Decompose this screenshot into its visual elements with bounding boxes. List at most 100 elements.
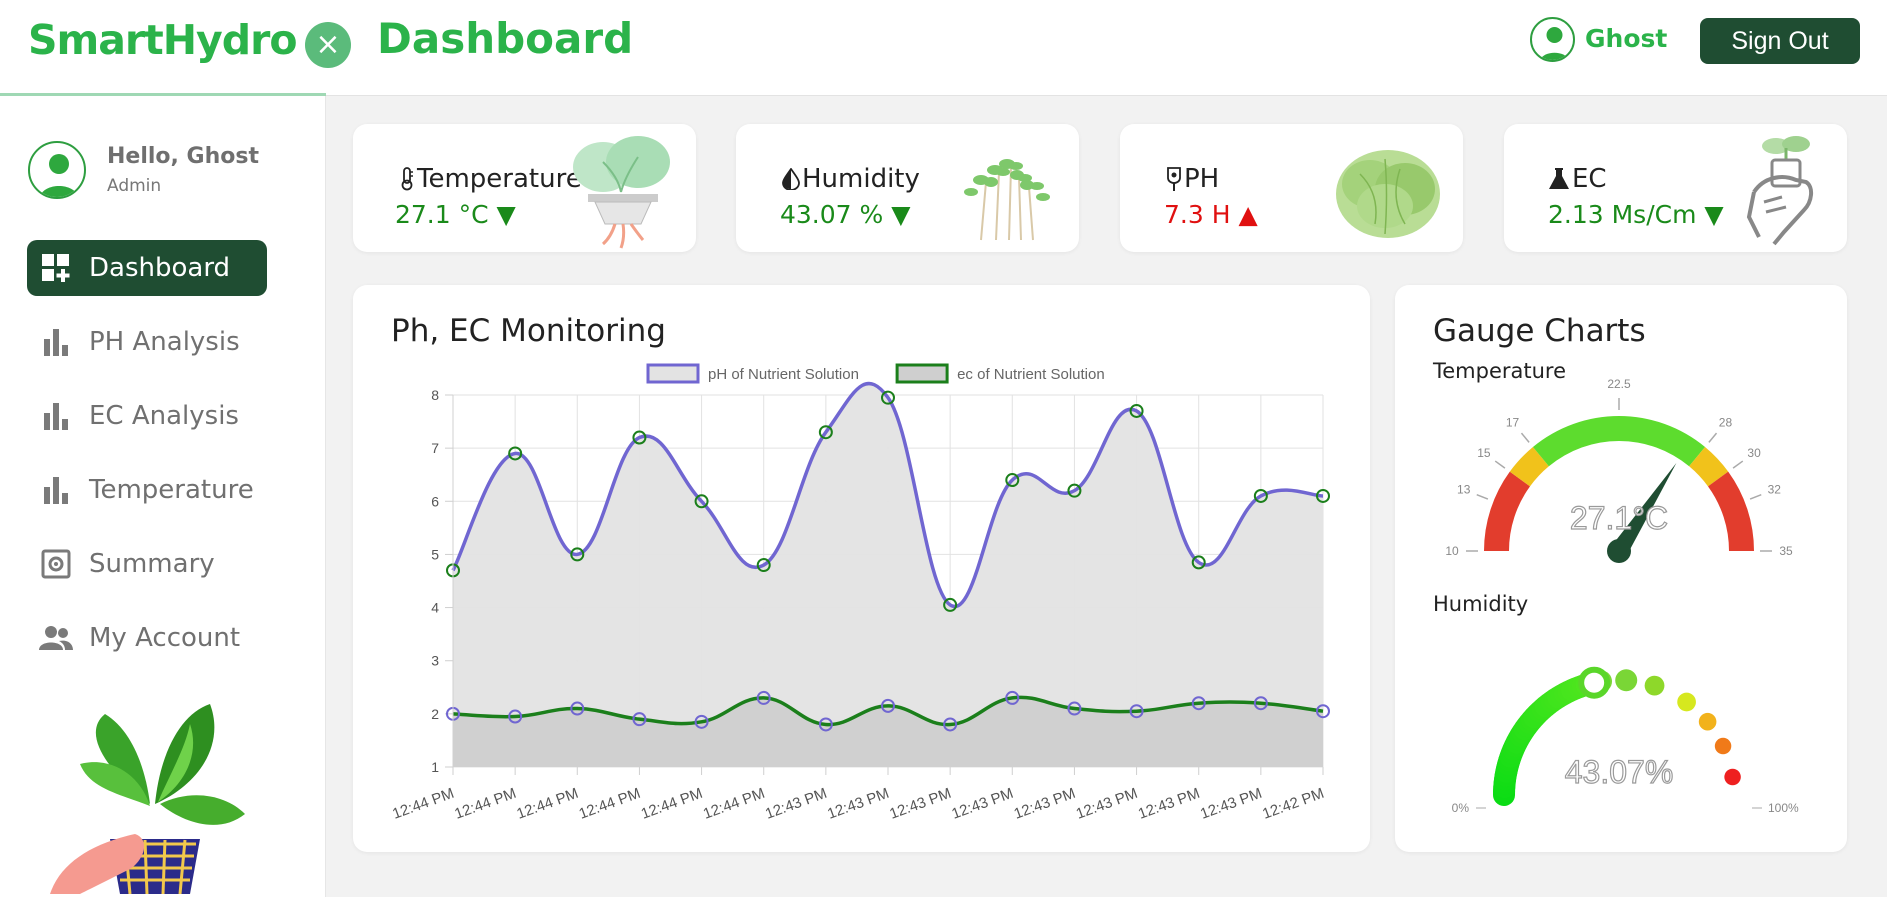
bar-chart-icon [39,399,73,433]
sidebar-item-label: EC Analysis [89,401,239,431]
stat-title-row: Humidity [782,164,920,194]
stat-value-row: 27.1 °C ▼ [395,200,516,229]
gauge-tick [1749,493,1762,500]
legend-swatch[interactable] [646,363,700,384]
sidebar-item-label: PH Analysis [89,327,240,357]
y-tick-label: 3 [431,653,439,669]
humidity-min-label: 0% [1452,801,1470,815]
sidebar-item-label: Dashboard [89,253,231,283]
half-drop-icon [782,168,800,190]
humidity-scale-dot [1644,675,1665,696]
x-tick-label: 12:44 PM [639,785,705,823]
header-username[interactable]: Ghost [1585,24,1667,53]
y-tick-label: 6 [431,493,439,509]
gauge-needle-hub [1607,539,1631,563]
humidity-scale-dot [1698,712,1717,731]
gauge-tick-label: 32 [1768,483,1782,497]
stat-value: 2.13 Ms/Cm [1548,200,1697,229]
probe-icon [1167,167,1181,191]
gauge-charts-card: Gauge Charts Temperature Humidity 10 13 15… [1395,285,1847,852]
trend-down-indicator: ▼ [1704,200,1724,229]
humidity-knob [1578,666,1611,699]
profile-avatar[interactable] [28,141,86,199]
y-tick-label: 4 [431,600,439,616]
stat-title: Humidity [802,164,920,194]
stat-value-row: 43.07 % ▼ [780,200,910,229]
x-tick-label: 12:43 PM [763,785,829,823]
sidebar-item-ec-analysis[interactable]: EC Analysis [27,388,267,444]
temperature-gauge-value: 27.1°C [1570,500,1668,536]
gauge-tick-label: 15 [1477,446,1491,460]
sidebar-item-summary[interactable]: Summary [27,536,267,592]
humidity-scale-dot [1677,692,1696,712]
gauges-svg: 10 13 15 17 22.5 28 30 32 35 27.1°C 43.07% 0% 100% [1445,377,1799,815]
y-tick-label: 2 [431,706,439,722]
humidity-max-label: 100% [1768,801,1799,815]
gauge-zone [1484,471,1531,551]
gauge-tick [1494,460,1506,469]
sign-out-button[interactable]: Sign Out [1700,18,1860,64]
legend-label[interactable]: ec of Nutrient Solution [957,366,1105,383]
x-tick-label: 12:44 PM [390,785,456,823]
gauge-zone [1532,416,1706,467]
hand-holding-seedling-illustration [1746,136,1813,246]
gear-box-icon [39,547,73,581]
humidity-scale-dot [1714,737,1732,755]
user-silhouette-icon [39,154,79,197]
page-title: Dashboard [377,14,634,63]
stat-value: 27.1 °C [395,200,489,229]
stat-title: Temperature [417,164,582,194]
x-tick-label: 12:43 PM [1074,785,1140,823]
sidebar-item-my-account[interactable]: My Account [27,610,267,666]
gauge-tick-label: 17 [1506,415,1520,429]
gauge-tick [1708,432,1718,443]
close-sidebar-button[interactable]: × [305,22,351,68]
trend-down-indicator: ▼ [496,200,516,229]
x-tick-label: 12:43 PM [887,785,953,823]
trend-down-indicator: ▼ [891,200,911,229]
lettuce-roots-illustration [573,136,670,249]
gauge-zone [1707,471,1754,551]
stat-title: EC [1572,164,1607,194]
sidebar-item-label: Summary [89,549,215,579]
gauge-tick-label: 13 [1457,483,1471,497]
ph-ec-line-chart[interactable]: 1234567812:44 PM12:44 PM12:44 PM12:44 PM… [353,285,1370,852]
stat-value-row: 7.3 H ▲ [1164,200,1258,229]
gauge-tick-label: 28 [1719,415,1733,429]
stat-card-ec[interactable]: EC 2.13 Ms/Cm ▼ [1504,124,1847,252]
legend-swatch[interactable] [895,363,949,384]
dashboard-add-icon [39,251,73,285]
stat-title-row: EC [1548,164,1607,194]
x-tick-label: 12:43 PM [825,785,891,823]
profile-role: Admin [107,176,162,196]
x-tick-label: 12:43 PM [1198,785,1264,823]
user-silhouette-icon [1540,27,1569,60]
x-tick-label: 12:44 PM [514,785,580,823]
x-tick-label: 12:43 PM [1136,785,1202,823]
sidebar-item-ph-analysis[interactable]: PH Analysis [27,314,267,370]
user-avatar[interactable] [1530,17,1575,62]
gauge-tick-label: 35 [1779,544,1793,558]
stat-card-temperature[interactable]: Temperature 27.1 °C ▼ [353,124,696,252]
y-tick-label: 7 [431,440,439,456]
legend-label[interactable]: pH of Nutrient Solution [708,366,859,383]
gauge-tick-label: 30 [1747,446,1761,460]
trend-up-indicator: ▲ [1238,200,1258,229]
gauge-tick [1732,460,1744,469]
gauge-tick [1476,493,1489,500]
profile-greeting: Hello, Ghost [107,144,259,169]
stat-title-row: Temperature [399,164,582,194]
x-tick-label: 12:44 PM [577,785,643,823]
humidity-gauge-value: 43.07% [1565,754,1674,790]
gauge-tick [1520,432,1530,443]
stat-card-ph[interactable]: PH 7.3 H ▲ [1120,124,1463,252]
sidebar-item-dashboard[interactable]: Dashboard [27,240,267,296]
top-header: SmartHydro × Dashboard Ghost Sign Out [0,0,1887,96]
bar-chart-icon [39,473,73,507]
stat-card-humidity[interactable]: Humidity 43.07 % ▼ [736,124,1079,252]
sidebar-item-label: Temperature [89,475,254,505]
flask-icon [1549,168,1569,189]
sidebar-item-temperature[interactable]: Temperature [27,462,267,518]
stat-value-row: 2.13 Ms/Cm ▼ [1548,200,1724,229]
app-logo[interactable]: SmartHydro [28,16,298,64]
